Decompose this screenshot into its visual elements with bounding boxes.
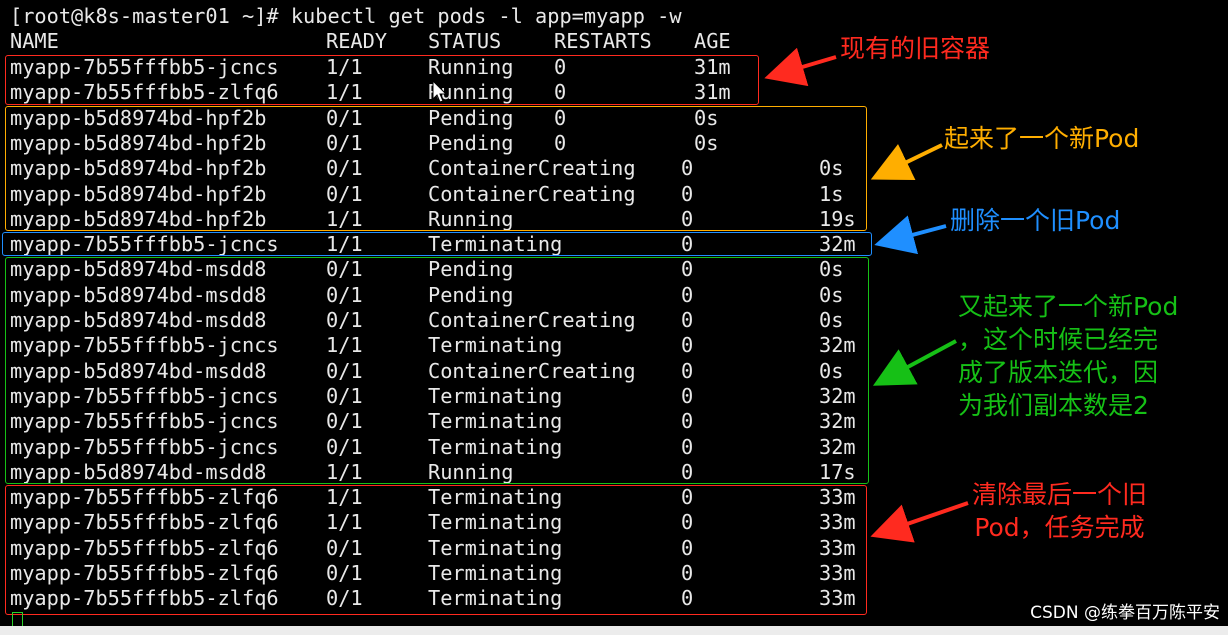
note-cleanup: 清除最后一个旧 Pod，任务完成 bbox=[972, 480, 1148, 542]
note-old-containers: 现有的旧容器 bbox=[840, 34, 991, 63]
note-new-pod: 起来了一个新Pod bbox=[944, 124, 1140, 153]
bottom-bar bbox=[0, 626, 1228, 635]
note-new-pod-again: 又起来了一个新Pod ，这个时候已经完 成了版本迭代，因 为我们副本数是2 bbox=[958, 292, 1179, 420]
arrow-old-containers bbox=[764, 47, 837, 87]
note-delete-old: 删除一个旧Pod bbox=[950, 206, 1121, 235]
arrow-cleanup bbox=[870, 501, 969, 543]
arrow-delete-old bbox=[874, 215, 947, 255]
arrow-new-pod bbox=[870, 143, 943, 181]
mouse-pointer-icon bbox=[432, 80, 448, 103]
arrow-new-pod-again bbox=[872, 339, 957, 386]
watermark: CSDN @练拳百万陈平安 bbox=[1030, 603, 1220, 623]
